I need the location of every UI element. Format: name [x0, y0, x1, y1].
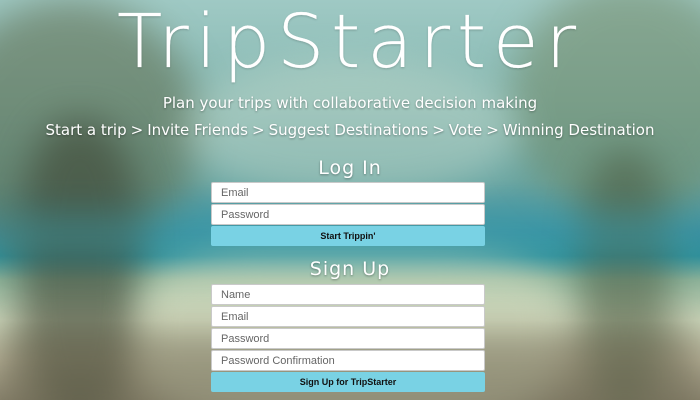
step-separator: > [486, 121, 499, 139]
login-form: Start Trippin' [211, 182, 485, 246]
login-heading: Log In [318, 157, 382, 179]
step-suggest-destinations: Suggest Destinations [268, 121, 429, 139]
steps-breadcrumb: Start a trip > Invite Friends > Suggest Dest… [0, 121, 700, 139]
step-start-trip: Start a trip [45, 121, 127, 139]
step-separator: > [251, 121, 265, 139]
step-separator: > [432, 121, 445, 139]
login-email-field[interactable] [211, 182, 485, 203]
tagline: Plan your trips with collaborative decis… [162, 94, 538, 112]
signup-password-confirmation-field[interactable] [211, 350, 485, 371]
signup-form: Sign Up for TripStarter [211, 284, 485, 392]
login-password-field[interactable] [211, 204, 485, 225]
app-title: TripStarter [116, 0, 583, 85]
signup-password-field[interactable] [211, 328, 485, 349]
start-trippin-button[interactable]: Start Trippin' [211, 226, 485, 246]
step-separator: > [130, 121, 144, 139]
signup-heading: Sign Up [309, 258, 391, 280]
step-winning-destination: Winning Destination [502, 121, 655, 139]
landing-content: TripStarter Plan your trips with collabo… [0, 0, 700, 400]
step-vote: Vote [448, 121, 483, 139]
signup-email-field[interactable] [211, 306, 485, 327]
step-invite-friends: Invite Friends [147, 121, 248, 139]
signup-name-field[interactable] [211, 284, 485, 305]
sign-up-button[interactable]: Sign Up for TripStarter [211, 372, 485, 392]
